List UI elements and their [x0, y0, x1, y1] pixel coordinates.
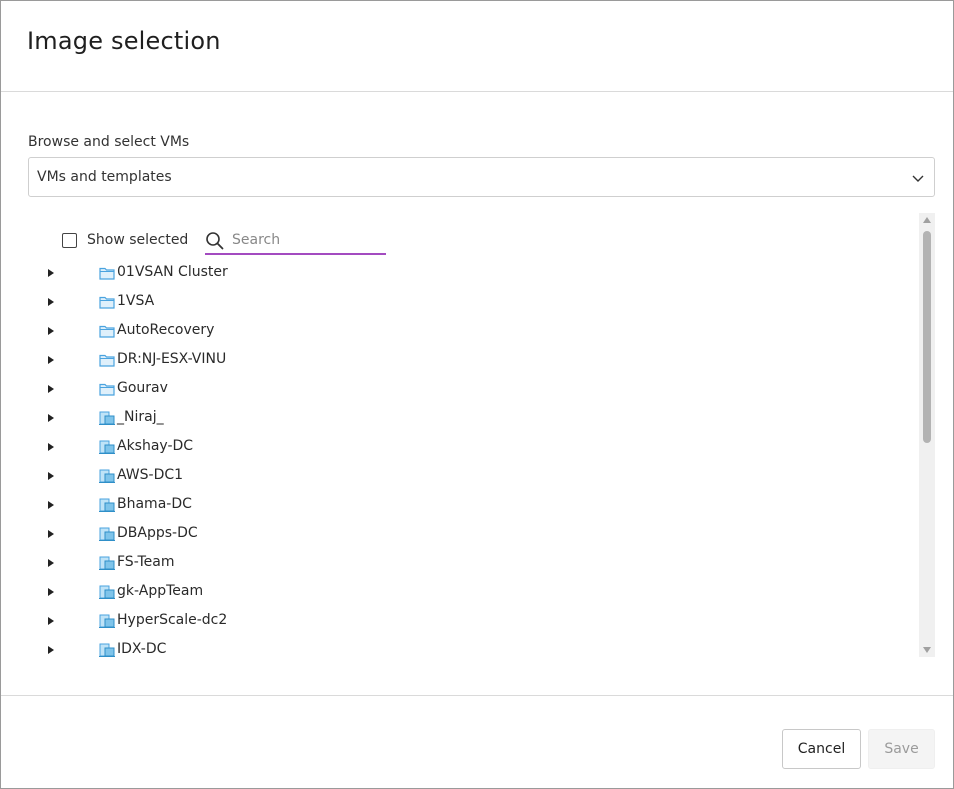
datacenter-icon	[99, 440, 115, 454]
tree-row-label: DR:NJ-ESX-VINU	[117, 351, 227, 367]
tree-row[interactable]: IDX-DC	[28, 636, 908, 657]
chevron-down-icon	[912, 175, 924, 182]
tree-row[interactable]: 1VSA	[28, 288, 908, 317]
tree-row-label: FS-Team	[117, 554, 175, 570]
tree-row-label: 1VSA	[117, 293, 155, 309]
tree-row[interactable]: HyperScale-dc2	[28, 607, 908, 636]
datacenter-icon	[99, 527, 115, 541]
scroll-down-arrow-icon[interactable]	[923, 647, 931, 653]
tree-row-label: 01VSAN Cluster	[117, 264, 228, 280]
datacenter-icon	[99, 469, 115, 483]
tree-row[interactable]: Bhama-DC	[28, 491, 908, 520]
expand-arrow-icon[interactable]	[48, 327, 54, 335]
browse-select-value: VMs and templates	[37, 169, 172, 185]
show-selected-label: Show selected	[87, 232, 189, 248]
datacenter-icon	[99, 585, 115, 599]
tree-row[interactable]: gk-AppTeam	[28, 578, 908, 607]
folder-icon	[99, 267, 115, 280]
tree-row[interactable]: FS-Team	[28, 549, 908, 578]
tree-list: 01VSAN Cluster 1VSA AutoRecovery DR:NJ-ESX-…	[28, 259, 908, 657]
tree-row-label: DBApps-DC	[117, 525, 198, 541]
folder-icon	[99, 354, 115, 367]
tree-row[interactable]: _Niraj_	[28, 404, 908, 433]
tree-row[interactable]: AWS-DC1	[28, 462, 908, 491]
tree-row[interactable]: Gourav	[28, 375, 908, 404]
folder-icon	[99, 325, 115, 338]
expand-arrow-icon[interactable]	[48, 501, 54, 509]
tree-row[interactable]: DR:NJ-ESX-VINU	[28, 346, 908, 375]
expand-arrow-icon[interactable]	[48, 443, 54, 451]
search-box	[205, 227, 386, 255]
expand-arrow-icon[interactable]	[48, 646, 54, 654]
datacenter-icon	[99, 411, 115, 425]
expand-arrow-icon[interactable]	[48, 617, 54, 625]
tree-row-label: Bhama-DC	[117, 496, 192, 512]
scrollbar-thumb[interactable]	[923, 231, 931, 443]
tree-toolbar: Show selected	[28, 227, 908, 257]
expand-arrow-icon[interactable]	[48, 414, 54, 422]
tree-row-label: _Niraj_	[117, 409, 164, 425]
tree-row[interactable]: AutoRecovery	[28, 317, 908, 346]
datacenter-icon	[99, 556, 115, 570]
search-input[interactable]	[232, 229, 382, 251]
cancel-button[interactable]: Cancel	[782, 729, 861, 769]
expand-arrow-icon[interactable]	[48, 588, 54, 596]
expand-arrow-icon[interactable]	[48, 530, 54, 538]
search-icon	[206, 232, 224, 250]
datacenter-icon	[99, 498, 115, 512]
dialog-header: Image selection	[1, 1, 953, 92]
folder-icon	[99, 383, 115, 396]
tree-row[interactable]: DBApps-DC	[28, 520, 908, 549]
expand-arrow-icon[interactable]	[48, 356, 54, 364]
datacenter-icon	[99, 643, 115, 657]
tree-row[interactable]: Akshay-DC	[28, 433, 908, 462]
tree-row[interactable]: 01VSAN Cluster	[28, 259, 908, 288]
image-selection-dialog: Image selection Browse and select VMs VM…	[0, 0, 954, 789]
expand-arrow-icon[interactable]	[48, 269, 54, 277]
expand-arrow-icon[interactable]	[48, 385, 54, 393]
tree-row-label: Gourav	[117, 380, 168, 396]
browse-select[interactable]: VMs and templates	[28, 157, 935, 197]
tree-scrollbar[interactable]	[919, 213, 935, 657]
dialog-title: Image selection	[27, 27, 221, 55]
show-selected-checkbox[interactable]	[62, 233, 77, 248]
tree-panel: Show selected 01VSAN Cluster 1VSA AutoReco…	[28, 213, 935, 657]
expand-arrow-icon[interactable]	[48, 298, 54, 306]
dialog-footer: Cancel Save	[1, 695, 953, 788]
tree-row-label: HyperScale-dc2	[117, 612, 228, 628]
tree-row-label: Akshay-DC	[117, 438, 194, 454]
scroll-up-arrow-icon[interactable]	[923, 217, 931, 223]
tree-row-label: IDX-DC	[117, 641, 167, 657]
tree-row-label: AutoRecovery	[117, 322, 215, 338]
expand-arrow-icon[interactable]	[48, 472, 54, 480]
folder-icon	[99, 296, 115, 309]
tree-row-label: AWS-DC1	[117, 467, 184, 483]
tree-row-label: gk-AppTeam	[117, 583, 204, 599]
expand-arrow-icon[interactable]	[48, 559, 54, 567]
save-button[interactable]: Save	[868, 729, 935, 769]
datacenter-icon	[99, 614, 115, 628]
browse-label: Browse and select VMs	[28, 134, 190, 150]
